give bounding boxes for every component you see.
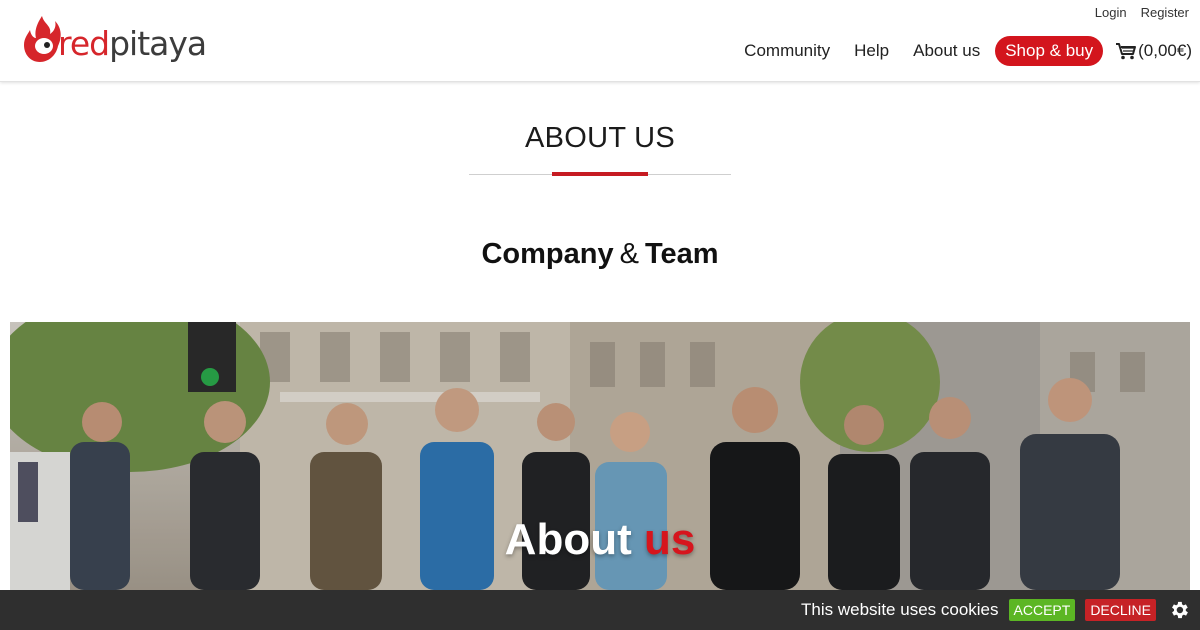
cookie-message: This website uses cookies: [801, 600, 999, 619]
cart-button[interactable]: (0,00€): [1115, 41, 1192, 61]
nav-item-community[interactable]: Community: [734, 36, 840, 66]
brand-wordmark: redpitaya: [58, 23, 207, 63]
brand-name-red: red: [58, 23, 110, 63]
hero-heading: About us: [0, 515, 1200, 565]
main-nav: Community Help About us Shop & buy (0,00…: [730, 36, 1192, 66]
cart-icon: [1116, 43, 1137, 60]
login-link[interactable]: Login: [1095, 5, 1127, 20]
gear-icon[interactable]: [1168, 599, 1190, 621]
hero-heading-main: About: [504, 515, 632, 564]
decline-cookies-button[interactable]: DECLINE: [1085, 599, 1156, 621]
accept-cookies-button[interactable]: ACCEPT: [1008, 599, 1076, 621]
cookie-consent-bar: This website uses cookies ACCEPT DECLINE: [0, 590, 1200, 630]
shop-button[interactable]: Shop & buy: [995, 36, 1104, 66]
brand-logo[interactable]: redpitaya: [20, 12, 220, 68]
section-heading: Company & Team: [0, 238, 1200, 271]
account-links: Login Register: [1095, 5, 1189, 20]
site-header: redpitaya Login Register Community Help …: [0, 0, 1200, 82]
section-heading-company: Company: [481, 238, 614, 270]
title-divider-accent: [552, 172, 648, 176]
page-title: ABOUT US: [524, 122, 676, 154]
nav-item-about[interactable]: About us: [903, 36, 990, 66]
section-heading-team: Team: [644, 238, 719, 270]
section-heading-amp: &: [619, 238, 639, 270]
brand-name-dark: pitaya: [109, 23, 207, 63]
nav-item-help[interactable]: Help: [844, 36, 899, 66]
register-link[interactable]: Register: [1141, 5, 1189, 20]
hero-heading-accent: us: [643, 515, 696, 564]
cart-amount: (0,00€): [1138, 41, 1192, 60]
